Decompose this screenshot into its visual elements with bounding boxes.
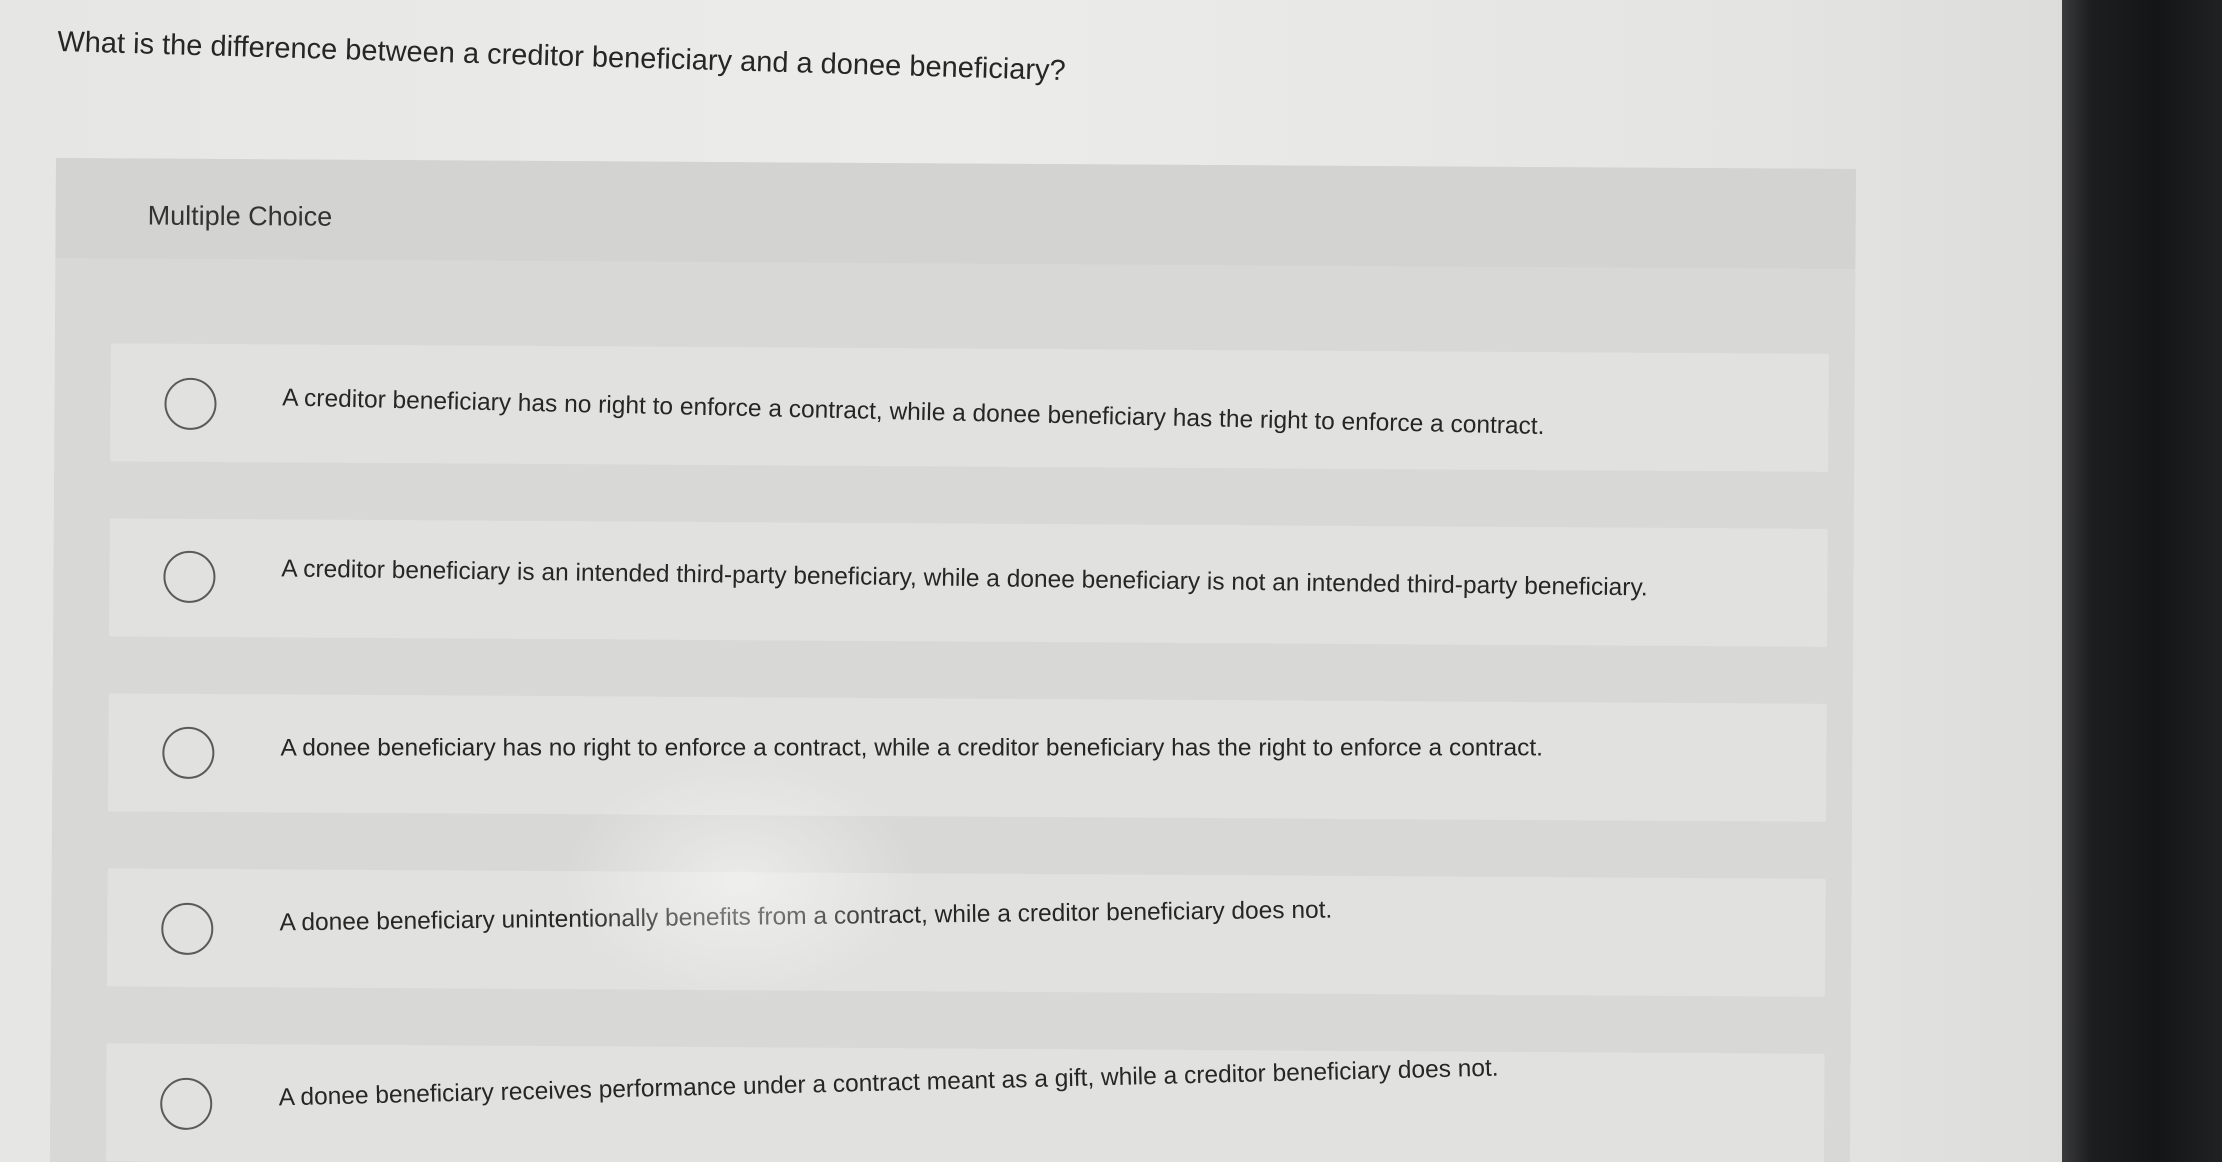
answer-option-text: A donee beneficiary has no right to enfo… — [280, 734, 1543, 762]
multiple-choice-panel: Multiple Choice A creditor beneficiary h… — [49, 158, 1856, 1162]
answer-option-text: A donee beneficiary unintentionally bene… — [279, 896, 1333, 937]
radio-button[interactable] — [164, 377, 217, 430]
answer-option-4[interactable]: A donee beneficiary unintentionally bene… — [106, 868, 1826, 997]
answer-option-text: A creditor beneficiary is an intended th… — [281, 555, 1648, 602]
answer-option-text: A creditor beneficiary has no right to e… — [282, 384, 1545, 441]
answer-option-3[interactable]: A donee beneficiary has no right to enfo… — [108, 693, 1827, 822]
radio-button[interactable] — [161, 902, 214, 955]
radio-button[interactable] — [162, 726, 215, 779]
radio-button[interactable] — [163, 550, 216, 603]
answer-option-5[interactable]: A donee beneficiary receives performance… — [105, 1043, 1825, 1162]
answer-option-text: A donee beneficiary receives performance… — [278, 1054, 1499, 1112]
multiple-choice-label: Multiple Choice — [147, 200, 333, 232]
answer-option-1[interactable]: A creditor beneficiary has no right to e… — [110, 343, 1829, 472]
monitor-bezel — [2062, 0, 2222, 1162]
page: What is the difference between a credito… — [0, 0, 2080, 1162]
answer-option-2[interactable]: A creditor beneficiary is an intended th… — [109, 518, 1828, 647]
multiple-choice-header: Multiple Choice — [55, 158, 1856, 269]
question-text: What is the difference between a credito… — [56, 25, 1067, 88]
radio-button[interactable] — [160, 1077, 213, 1130]
